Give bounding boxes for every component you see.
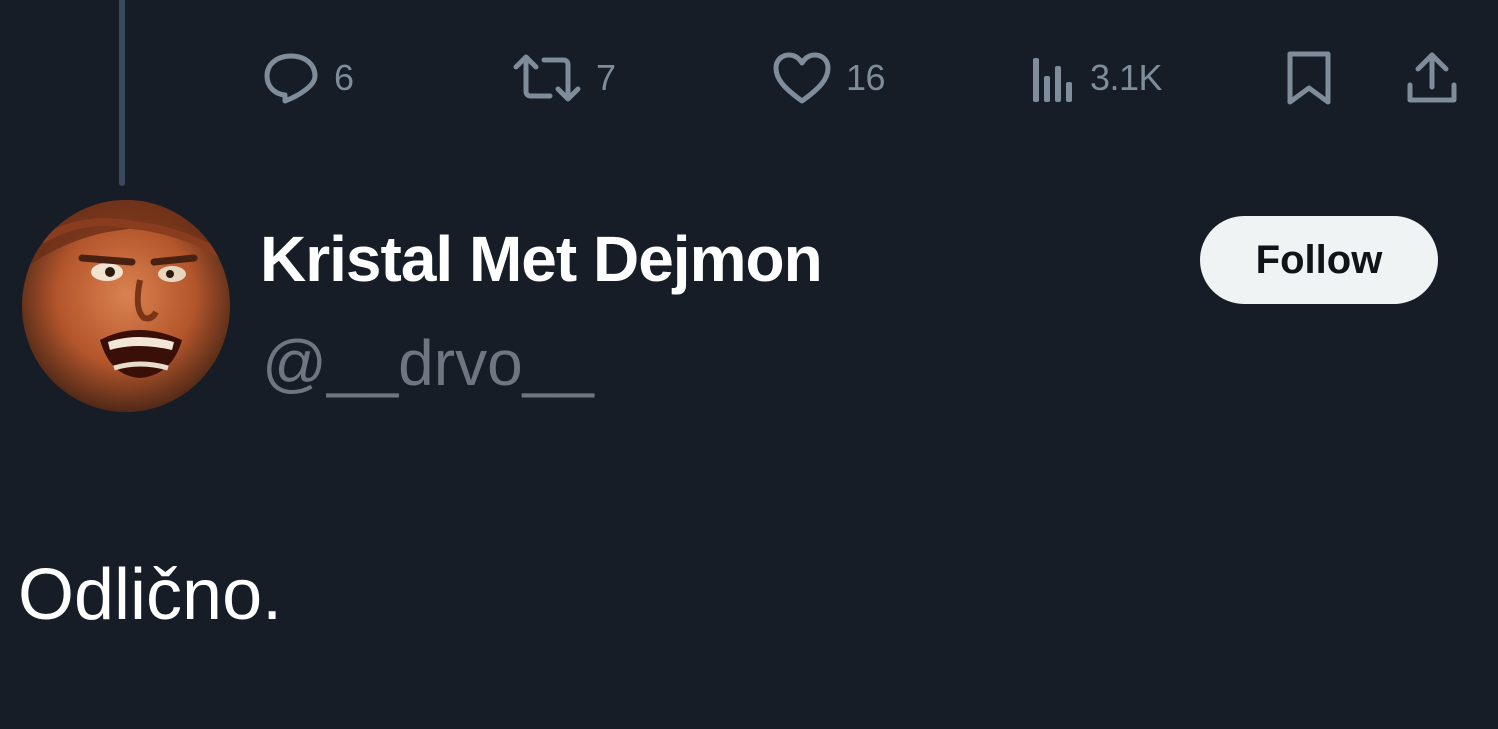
like-button[interactable]: 16 [772,48,886,108]
author-display-name[interactable]: Kristal Met Dejmon [260,222,823,296]
views-button[interactable]: 3.1K [1030,48,1163,108]
repost-count: 7 [596,57,616,98]
like-count: 16 [846,57,886,98]
reply-count: 6 [334,57,354,98]
share-button[interactable] [1405,48,1459,108]
avatar[interactable] [22,200,230,412]
share-icon [1407,52,1457,103]
bookmark-icon [1287,51,1331,105]
reply-icon [264,53,318,104]
views-icon [1033,58,1072,102]
view-count: 3.1K [1090,57,1163,98]
repost-button[interactable]: 7 [512,48,616,108]
avatar-face-image [22,200,230,412]
like-icon [773,52,831,104]
repost-icon [513,54,581,102]
reply-button[interactable]: 6 [262,48,354,108]
bookmark-button[interactable] [1285,48,1333,108]
post-action-bar: 6 7 16 3.1K [0,48,1498,108]
author-handle[interactable]: @__drvo__ [262,326,594,400]
follow-button[interactable]: Follow [1200,216,1438,304]
post-text: Odlično. [18,555,283,635]
